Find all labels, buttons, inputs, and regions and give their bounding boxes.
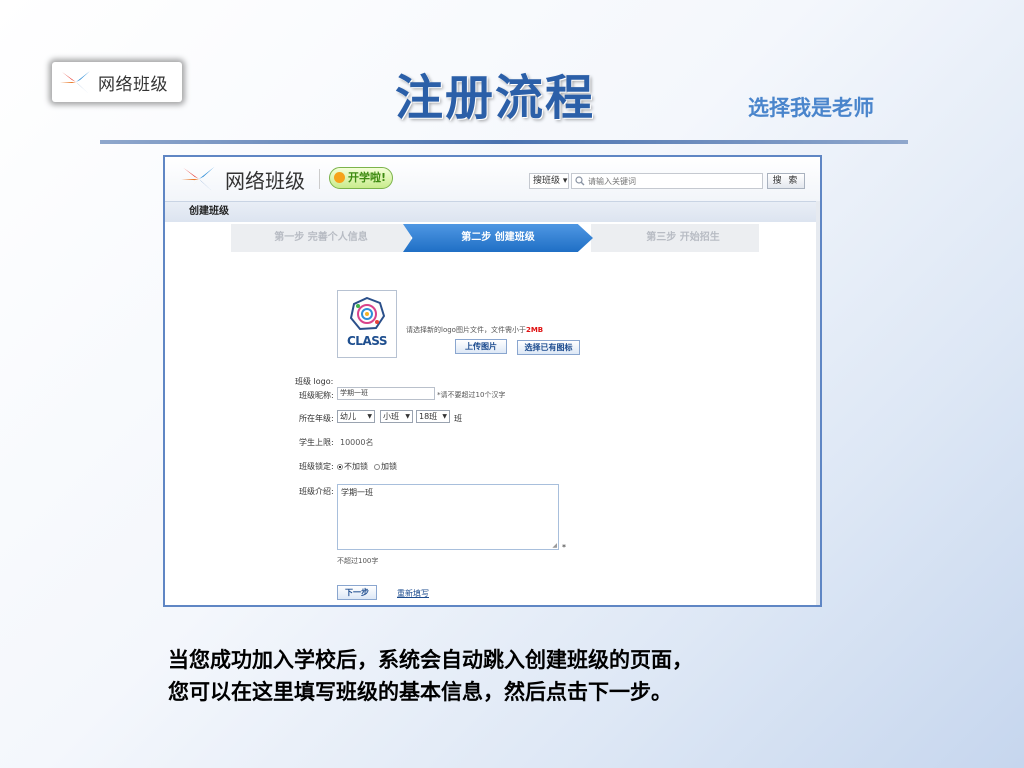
chevron-down-icon: ▼ <box>367 413 372 420</box>
size-limit: 2MB <box>525 326 544 334</box>
site-logo[interactable]: 网络班级 <box>179 162 305 196</box>
slide-divider <box>100 140 908 144</box>
slide-subtitle: 选择我是老师 <box>748 96 874 120</box>
student-limit-label: 学生上限: <box>299 438 334 447</box>
logo-hint: 请选择新的logo图片文件，文件需小于2MB <box>406 326 544 334</box>
grade-suffix: 班 <box>454 414 462 423</box>
radio-unlocked[interactable] <box>337 463 343 470</box>
smile-icon <box>334 172 345 183</box>
choose-icon-button[interactable]: 选择已有图标 <box>517 340 580 355</box>
slide-brand-logo: 网络班级 <box>52 62 182 102</box>
intro-label: 班级介绍: <box>299 487 334 496</box>
nickname-note: *请不要超过10个汉字 <box>437 391 506 399</box>
grade-level-select[interactable]: 小班 ▼ <box>380 410 413 423</box>
scrollbar[interactable] <box>816 201 820 605</box>
required-mark: * <box>562 543 566 552</box>
step-progress: 第一步 完善个人信息 第三步 开始招生 第二步 创建班级 <box>231 224 759 252</box>
section-title: 创建班级 <box>165 201 820 222</box>
pinwheel-logo-icon <box>60 71 90 94</box>
search-button[interactable]: 搜 索 <box>767 173 805 189</box>
header-divider <box>319 169 320 189</box>
lock-label: 班级锁定: <box>299 462 334 471</box>
search-scope-select[interactable]: 搜班级 ▾ <box>529 173 569 189</box>
class-logo-text: CLASS <box>347 334 388 348</box>
student-limit-value: 10000名 <box>340 438 374 447</box>
step-2-active: 第二步 创建班级 <box>403 224 593 252</box>
logo-label: 班级 logo: <box>295 377 334 386</box>
resize-grip-icon[interactable]: ◢ <box>552 542 557 549</box>
slide-title: 注册流程 <box>394 70 595 126</box>
pinwheel-logo-icon <box>181 166 215 193</box>
nickname-input[interactable]: 学期一班 <box>337 387 435 400</box>
radio-locked[interactable] <box>374 463 380 470</box>
class-number-select[interactable]: 18班 ▼ <box>416 410 450 423</box>
class-logo-icon <box>349 297 385 331</box>
lock-option-locked[interactable]: 加锁 <box>374 461 397 472</box>
happy-school-badge[interactable]: 开学啦! <box>329 167 394 189</box>
intro-textarea[interactable]: 学期一班 ◢ <box>337 484 559 550</box>
caption-line-2: 您可以在这里填写班级的基本信息，然后点击下一步。 <box>168 680 672 704</box>
upload-image-button[interactable]: 上传图片 <box>455 339 507 354</box>
create-class-form: 班级 logo: CLASS 请选择新的logo图片文件，文件需小于2MB 上传… <box>165 252 820 605</box>
reset-link[interactable]: 重新填写 <box>397 588 429 599</box>
intro-note: 不超过100字 <box>337 557 379 565</box>
step-1: 第一步 完善个人信息 <box>231 224 411 252</box>
step-3: 第三步 开始招生 <box>591 224 759 252</box>
slide-caption: 当您成功加入学校后，系统会自动跳入创建班级的页面， 您可以在这里填写班级的基本信… <box>168 644 868 708</box>
nickname-label: 班级昵称: <box>299 391 334 400</box>
search-icon <box>575 176 585 186</box>
site-brand-text: 网络班级 <box>225 168 305 193</box>
site-header: 网络班级 开学啦! 搜班级 ▾ 搜 索 <box>165 157 820 201</box>
caption-line-1: 当您成功加入学校后，系统会自动跳入创建班级的页面， <box>168 648 693 672</box>
grade-label: 所在年级: <box>299 414 334 423</box>
chevron-down-icon: ▼ <box>405 413 410 420</box>
slide-brand-text: 网络班级 <box>98 74 168 95</box>
chevron-down-icon: ▼ <box>442 413 447 420</box>
lock-option-unlocked[interactable]: 不加锁 <box>337 461 368 472</box>
create-class-screenshot: 网络班级 开学啦! 搜班级 ▾ 搜 索 创建班级 第一步 完善个人信息 第三步 … <box>163 155 822 607</box>
search-box[interactable] <box>571 173 763 189</box>
class-logo-preview: CLASS <box>337 290 397 358</box>
badge-text: 开学啦! <box>348 171 387 184</box>
grade-stage-select[interactable]: 幼儿 ▼ <box>337 410 375 423</box>
search-input[interactable] <box>588 176 758 186</box>
next-step-button[interactable]: 下一步 <box>337 585 377 600</box>
